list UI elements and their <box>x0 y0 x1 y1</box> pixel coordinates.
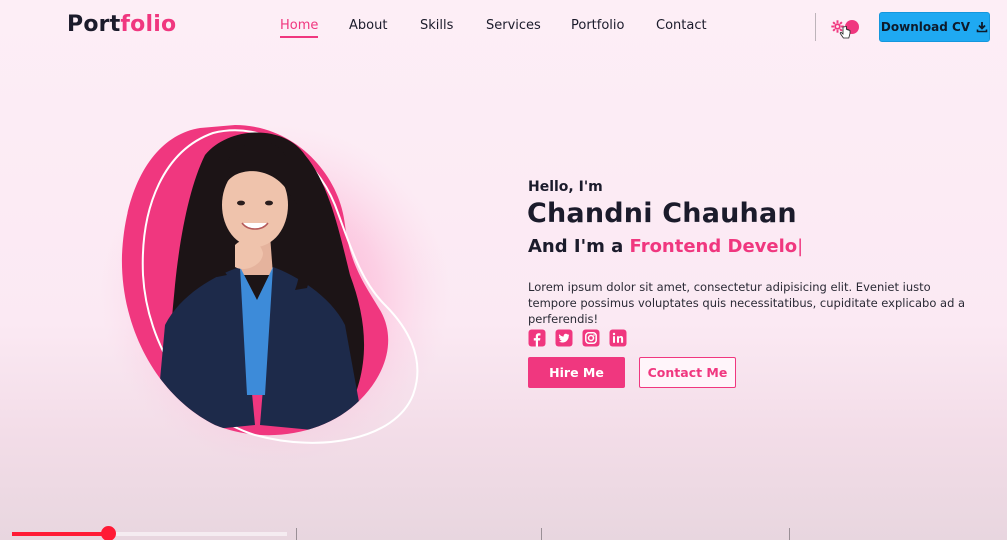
profile-illustration <box>100 125 450 465</box>
nav-home[interactable]: Home <box>280 18 319 38</box>
hero-role: And I'm a Frontend Develo| <box>528 236 803 257</box>
role-prefix: And I'm a <box>528 236 630 257</box>
download-cv-button[interactable]: Download CV <box>879 12 990 42</box>
stat-separator <box>789 528 790 540</box>
instagram-icon <box>582 329 600 347</box>
hand-cursor-icon <box>839 26 851 39</box>
nav-services[interactable]: Services <box>486 18 541 33</box>
video-progress-fill <box>12 532 108 536</box>
video-progress-knob[interactable] <box>101 526 116 540</box>
logo-part-1: Port <box>67 12 121 37</box>
download-cv-label: Download CV <box>880 20 971 34</box>
site-header: Portfolio Home About Skills Services Por… <box>0 0 1007 54</box>
theme-toggle[interactable] <box>831 17 861 39</box>
nav-portfolio[interactable]: Portfolio <box>571 18 624 33</box>
logo[interactable]: Portfolio <box>67 12 176 37</box>
linkedin-icon <box>609 329 627 347</box>
contact-me-button[interactable]: Contact Me <box>639 357 736 388</box>
hero-name: Chandni Chauhan <box>527 198 797 229</box>
stat-separator <box>541 528 542 540</box>
twitter-link[interactable] <box>555 329 573 347</box>
facebook-link[interactable] <box>528 329 546 347</box>
hero-description: Lorem ipsum dolor sit amet, consectetur … <box>528 280 966 326</box>
nav-contact[interactable]: Contact <box>656 18 707 33</box>
profile-image <box>95 95 450 465</box>
download-icon <box>976 22 988 33</box>
header-divider <box>815 13 816 41</box>
nav-skills[interactable]: Skills <box>420 18 453 33</box>
facebook-icon <box>528 329 546 347</box>
role-typed-text: Frontend Develo <box>629 236 798 257</box>
hire-me-button[interactable]: Hire Me <box>528 357 625 388</box>
logo-part-2: folio <box>120 12 177 37</box>
linkedin-link[interactable] <box>609 329 627 347</box>
social-links <box>528 329 627 347</box>
instagram-link[interactable] <box>582 329 600 347</box>
stat-separator <box>296 528 297 540</box>
stats-strip <box>0 524 1007 540</box>
hero-greeting: Hello, I'm <box>528 179 603 195</box>
typing-caret: | <box>797 236 804 257</box>
twitter-icon <box>555 329 573 347</box>
nav-about[interactable]: About <box>349 18 387 33</box>
